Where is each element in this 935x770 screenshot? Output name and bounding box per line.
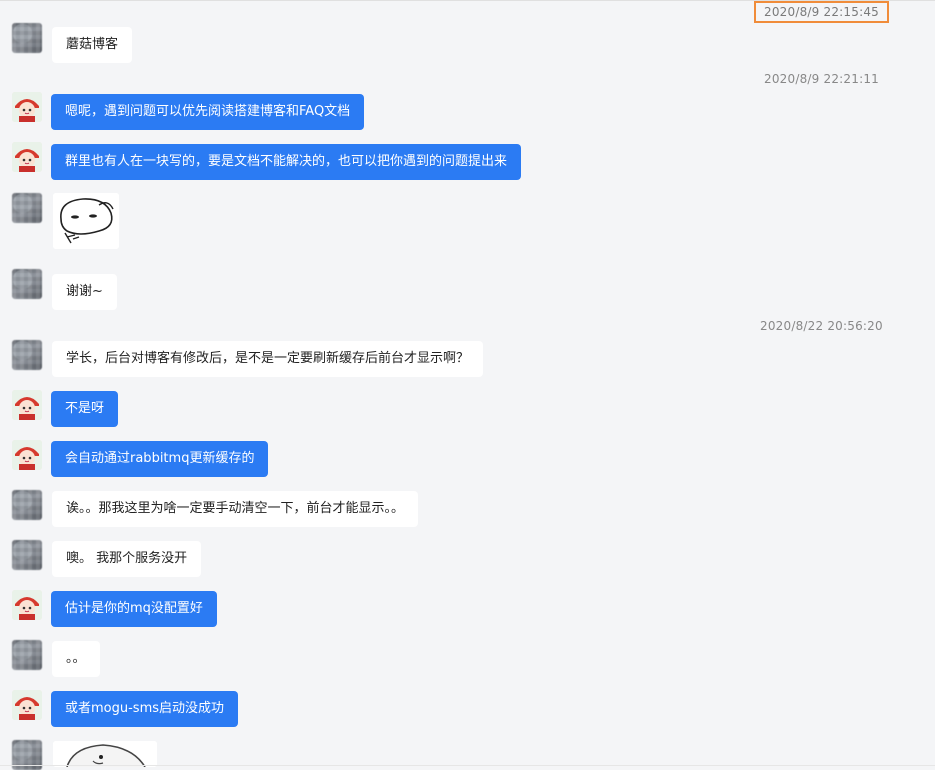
sticker-face-icon [53, 741, 157, 767]
avatar-other-user[interactable] [12, 269, 42, 299]
message-outgoing: 估计是你的mq没配置好 [51, 591, 217, 627]
message-incoming: 诶。。那我这里为啥一定要手动清空一下，前台才能显示。。 [52, 491, 419, 527]
avatar-other-user[interactable] [12, 540, 42, 570]
avatar-other-user[interactable] [12, 193, 42, 223]
sticker-face-icon [53, 193, 119, 249]
admin-avatar-icon [12, 142, 42, 172]
message-outgoing: 或者mogu-sms启动没成功 [51, 691, 239, 727]
avatar-admin[interactable] [12, 390, 42, 420]
timestamp: 2020/8/9 22:21:11 [764, 72, 880, 86]
message-incoming: 噢。 我那个服务没开 [52, 541, 202, 577]
sticker-image[interactable] [53, 193, 119, 249]
message-outgoing: 不是呀 [51, 391, 119, 427]
message-outgoing: 嗯呢，遇到问题可以优先阅读搭建博客和FAQ文档 [51, 94, 365, 130]
message-incoming: 蘑菇博客 [52, 27, 133, 63]
admin-avatar-icon [12, 590, 42, 620]
message-outgoing: 群里也有人在一块写的，要是文档不能解决的，也可以把你遇到的问题提出来 [51, 144, 522, 180]
message-incoming: 学长，后台对博客有修改后，是不是一定要刷新缓存后前台才显示啊？ [52, 341, 484, 377]
admin-avatar-icon [12, 690, 42, 720]
message-outgoing: 会自动通过rabbitmq更新缓存的 [51, 441, 269, 477]
message-incoming: 。。 [52, 641, 100, 677]
timestamp: 2020/8/22 20:56:20 [760, 319, 883, 333]
avatar-admin[interactable] [12, 440, 42, 470]
avatar-other-user[interactable] [12, 23, 42, 53]
admin-avatar-icon [12, 390, 42, 420]
sticker-image[interactable] [53, 741, 157, 767]
avatar-other-user[interactable] [12, 640, 42, 670]
avatar-other-user[interactable] [12, 340, 42, 370]
avatar-admin[interactable] [12, 590, 42, 620]
admin-avatar-icon [12, 440, 42, 470]
message-incoming: 谢谢~ [52, 274, 117, 310]
avatar-admin[interactable] [12, 690, 42, 720]
chat-message-list: 2020/8/9 22:15:45 蘑菇博客 2020/8/9 22:21:11… [0, 0, 935, 770]
bottom-divider [0, 765, 935, 766]
admin-avatar-icon [12, 92, 42, 122]
avatar-admin[interactable] [12, 92, 42, 122]
timestamp-highlighted: 2020/8/9 22:15:45 [754, 1, 890, 23]
avatar-other-user[interactable] [12, 490, 42, 520]
avatar-admin[interactable] [12, 142, 42, 172]
